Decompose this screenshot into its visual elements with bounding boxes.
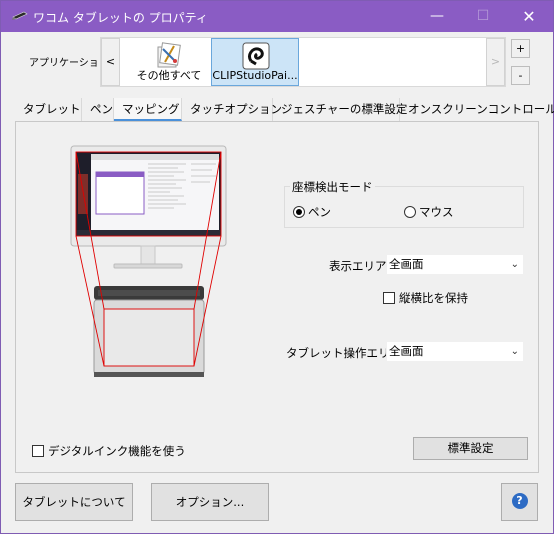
- radio-indicator: [404, 206, 416, 218]
- tablet-illustration: [93, 286, 205, 377]
- mapping-preview: [66, 144, 236, 384]
- tab-gesture-defaults[interactable]: ジェスチャーの標準設定: [273, 98, 407, 121]
- clip-studio-icon: [242, 42, 270, 70]
- app-scroll-right-button[interactable]: >: [486, 38, 505, 86]
- tablet-properties-window: ワコム タブレットの プロパティ — ☐ ✕ アプリケーション: < その他すべ…: [0, 0, 554, 534]
- display-area-value: 全画面: [389, 257, 424, 271]
- window-title: ワコム タブレットの プロパティ: [33, 11, 208, 25]
- mode-pen-radio[interactable]: ペン: [293, 204, 331, 220]
- help-icon: ?: [511, 493, 528, 509]
- checkbox-box: [383, 292, 395, 304]
- digital-ink-checkbox[interactable]: デジタルインク機能を使う: [32, 443, 186, 459]
- application-list: < その他すべて CLIPStudioPai... >: [100, 37, 506, 87]
- mode-mouse-radio[interactable]: マウス: [404, 204, 454, 220]
- chevron-down-icon: ⌄: [510, 346, 519, 357]
- monitor-illustration: [70, 145, 227, 269]
- display-area-select[interactable]: 全画面 ⌄: [386, 254, 524, 275]
- app-scroll-left-button[interactable]: <: [101, 38, 120, 86]
- radio-label: マウス: [419, 205, 454, 219]
- tab-touch-options[interactable]: タッチオプション: [182, 98, 282, 121]
- checkbox-label: デジタルインク機能を使う: [48, 444, 186, 458]
- app-tile-label: その他すべて: [136, 69, 202, 82]
- maximize-button[interactable]: ☐: [460, 1, 506, 32]
- checkbox-label: 縦横比を保持: [399, 291, 468, 305]
- tab-pen[interactable]: ペン: [82, 98, 114, 121]
- coordinate-mode-title: 座標検出モード: [290, 179, 375, 195]
- all-apps-icon: [155, 41, 183, 69]
- mapping-panel: 座標検出モード ペン マウス 表示エリア: 全画面 ⌄ 縦横比を保持 タブレット…: [15, 121, 539, 473]
- checkbox-box: [32, 445, 44, 457]
- default-settings-button[interactable]: 標準設定: [413, 437, 528, 460]
- minimize-button[interactable]: —: [414, 1, 460, 32]
- tablet-area-select[interactable]: 全画面 ⌄: [386, 341, 524, 362]
- options-button[interactable]: オプション...: [151, 483, 269, 521]
- tab-onscreen-controls[interactable]: オンスクリーンコントロール: [400, 98, 554, 121]
- remove-application-button[interactable]: -: [511, 66, 530, 85]
- app-tile-clip-studio[interactable]: CLIPStudioPai...: [211, 38, 299, 86]
- display-area-label: 表示エリア:: [329, 259, 391, 273]
- close-button[interactable]: ✕: [506, 1, 552, 32]
- chevron-down-icon: ⌄: [510, 259, 519, 270]
- title-bar: ワコム タブレットの プロパティ — ☐ ✕: [1, 1, 553, 32]
- add-application-button[interactable]: +: [511, 39, 530, 58]
- app-tile-all-others[interactable]: その他すべて: [125, 38, 213, 86]
- tab-mapping[interactable]: マッピング: [114, 98, 182, 121]
- keep-aspect-ratio-checkbox[interactable]: 縦横比を保持: [383, 290, 468, 306]
- pen-app-icon: [12, 11, 28, 24]
- about-tablet-button[interactable]: タブレットについて: [15, 483, 133, 521]
- help-button[interactable]: ?: [501, 483, 538, 521]
- radio-label: ペン: [308, 205, 331, 219]
- tablet-area-value: 全画面: [389, 344, 424, 358]
- app-tile-label: CLIPStudioPai...: [212, 69, 298, 82]
- radio-indicator: [293, 206, 305, 218]
- tab-tablet[interactable]: タブレット: [15, 98, 82, 121]
